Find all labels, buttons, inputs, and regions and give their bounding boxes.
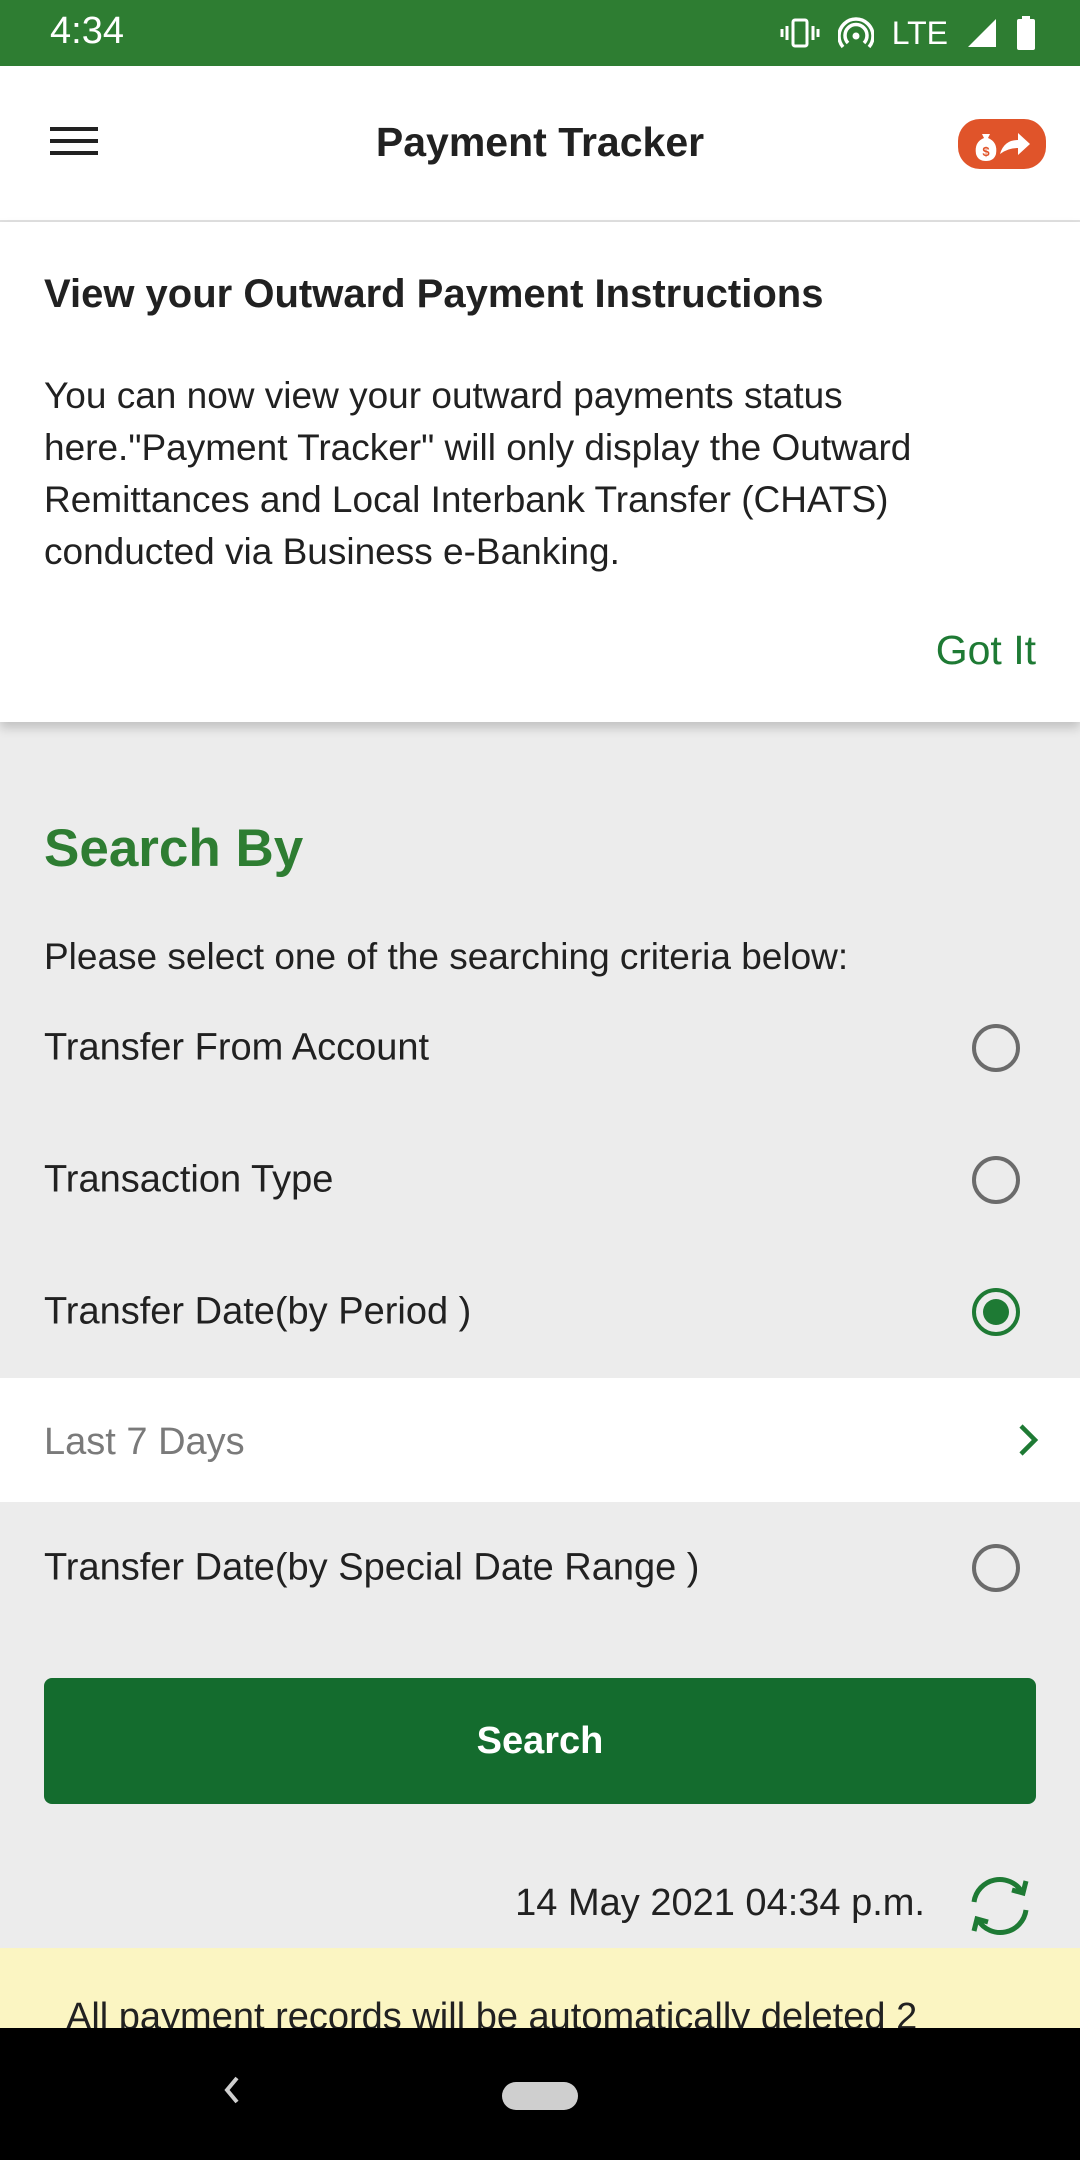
option-label: Transfer Date(by Special Date Range ) xyxy=(44,1546,700,1589)
info-heading: View your Outward Payment Instructions xyxy=(44,272,824,316)
refresh-button[interactable] xyxy=(960,1866,1040,1946)
status-bar: 4:34 LTE xyxy=(0,0,1080,66)
app-bar: Payment Tracker $ xyxy=(0,66,1080,222)
notice-banner: All payment records will be automaticall… xyxy=(0,1948,1080,2028)
status-icons: LTE xyxy=(780,12,1036,54)
chevron-right-icon xyxy=(1019,1424,1039,1456)
radio-transfer-date-by-period[interactable] xyxy=(972,1288,1020,1336)
option-transfer-date-by-special-range[interactable]: Transfer Date(by Special Date Range ) xyxy=(0,1513,1080,1623)
search-button[interactable]: Search xyxy=(44,1678,1036,1804)
system-navigation-bar xyxy=(0,2028,1080,2160)
money-transfer-icon: $ xyxy=(975,133,1030,161)
refresh-icon xyxy=(971,1877,1029,1935)
vibrate-icon xyxy=(780,17,820,49)
hotspot-icon xyxy=(837,16,874,50)
option-label: Transfer Date(by Period ) xyxy=(44,1290,472,1333)
search-heading: Search By xyxy=(44,819,304,878)
battery-icon xyxy=(1016,16,1036,50)
search-instruction: Please select one of the searching crite… xyxy=(44,936,849,977)
radio-transfer-from-account[interactable] xyxy=(972,1024,1020,1072)
period-value: Last 7 Days xyxy=(44,1421,245,1463)
option-transfer-from-account[interactable]: Transfer From Account xyxy=(0,993,1080,1103)
back-chevron-icon xyxy=(224,2076,239,2104)
option-label: Transaction Type xyxy=(44,1158,334,1201)
radio-transfer-date-by-special-range[interactable] xyxy=(972,1544,1020,1592)
back-button[interactable] xyxy=(222,2072,242,2113)
period-selector[interactable]: Last 7 Days xyxy=(0,1378,1080,1502)
info-body: You can now view your outward payments s… xyxy=(44,375,912,572)
home-pill-button[interactable] xyxy=(502,2082,578,2110)
status-time: 4:34 xyxy=(50,10,124,52)
option-transaction-type[interactable]: Transaction Type xyxy=(0,1125,1080,1235)
svg-text:$: $ xyxy=(982,144,990,159)
option-transfer-date-by-period[interactable]: Transfer Date(by Period ) xyxy=(0,1257,1080,1367)
signal-icon xyxy=(966,17,998,49)
radio-transaction-type[interactable] xyxy=(972,1156,1020,1204)
money-transfer-button[interactable]: $ xyxy=(958,119,1046,169)
info-card: View your Outward Payment Instructions Y… xyxy=(0,222,1080,722)
last-updated-timestamp: 14 May 2021 04:34 p.m. xyxy=(515,1882,925,1924)
option-label: Transfer From Account xyxy=(44,1026,430,1069)
notice-text: All payment records will be automaticall… xyxy=(66,1996,918,2028)
got-it-button[interactable]: Got It xyxy=(936,627,1036,674)
network-type: LTE xyxy=(891,14,948,51)
page-title: Payment Tracker xyxy=(375,119,705,165)
